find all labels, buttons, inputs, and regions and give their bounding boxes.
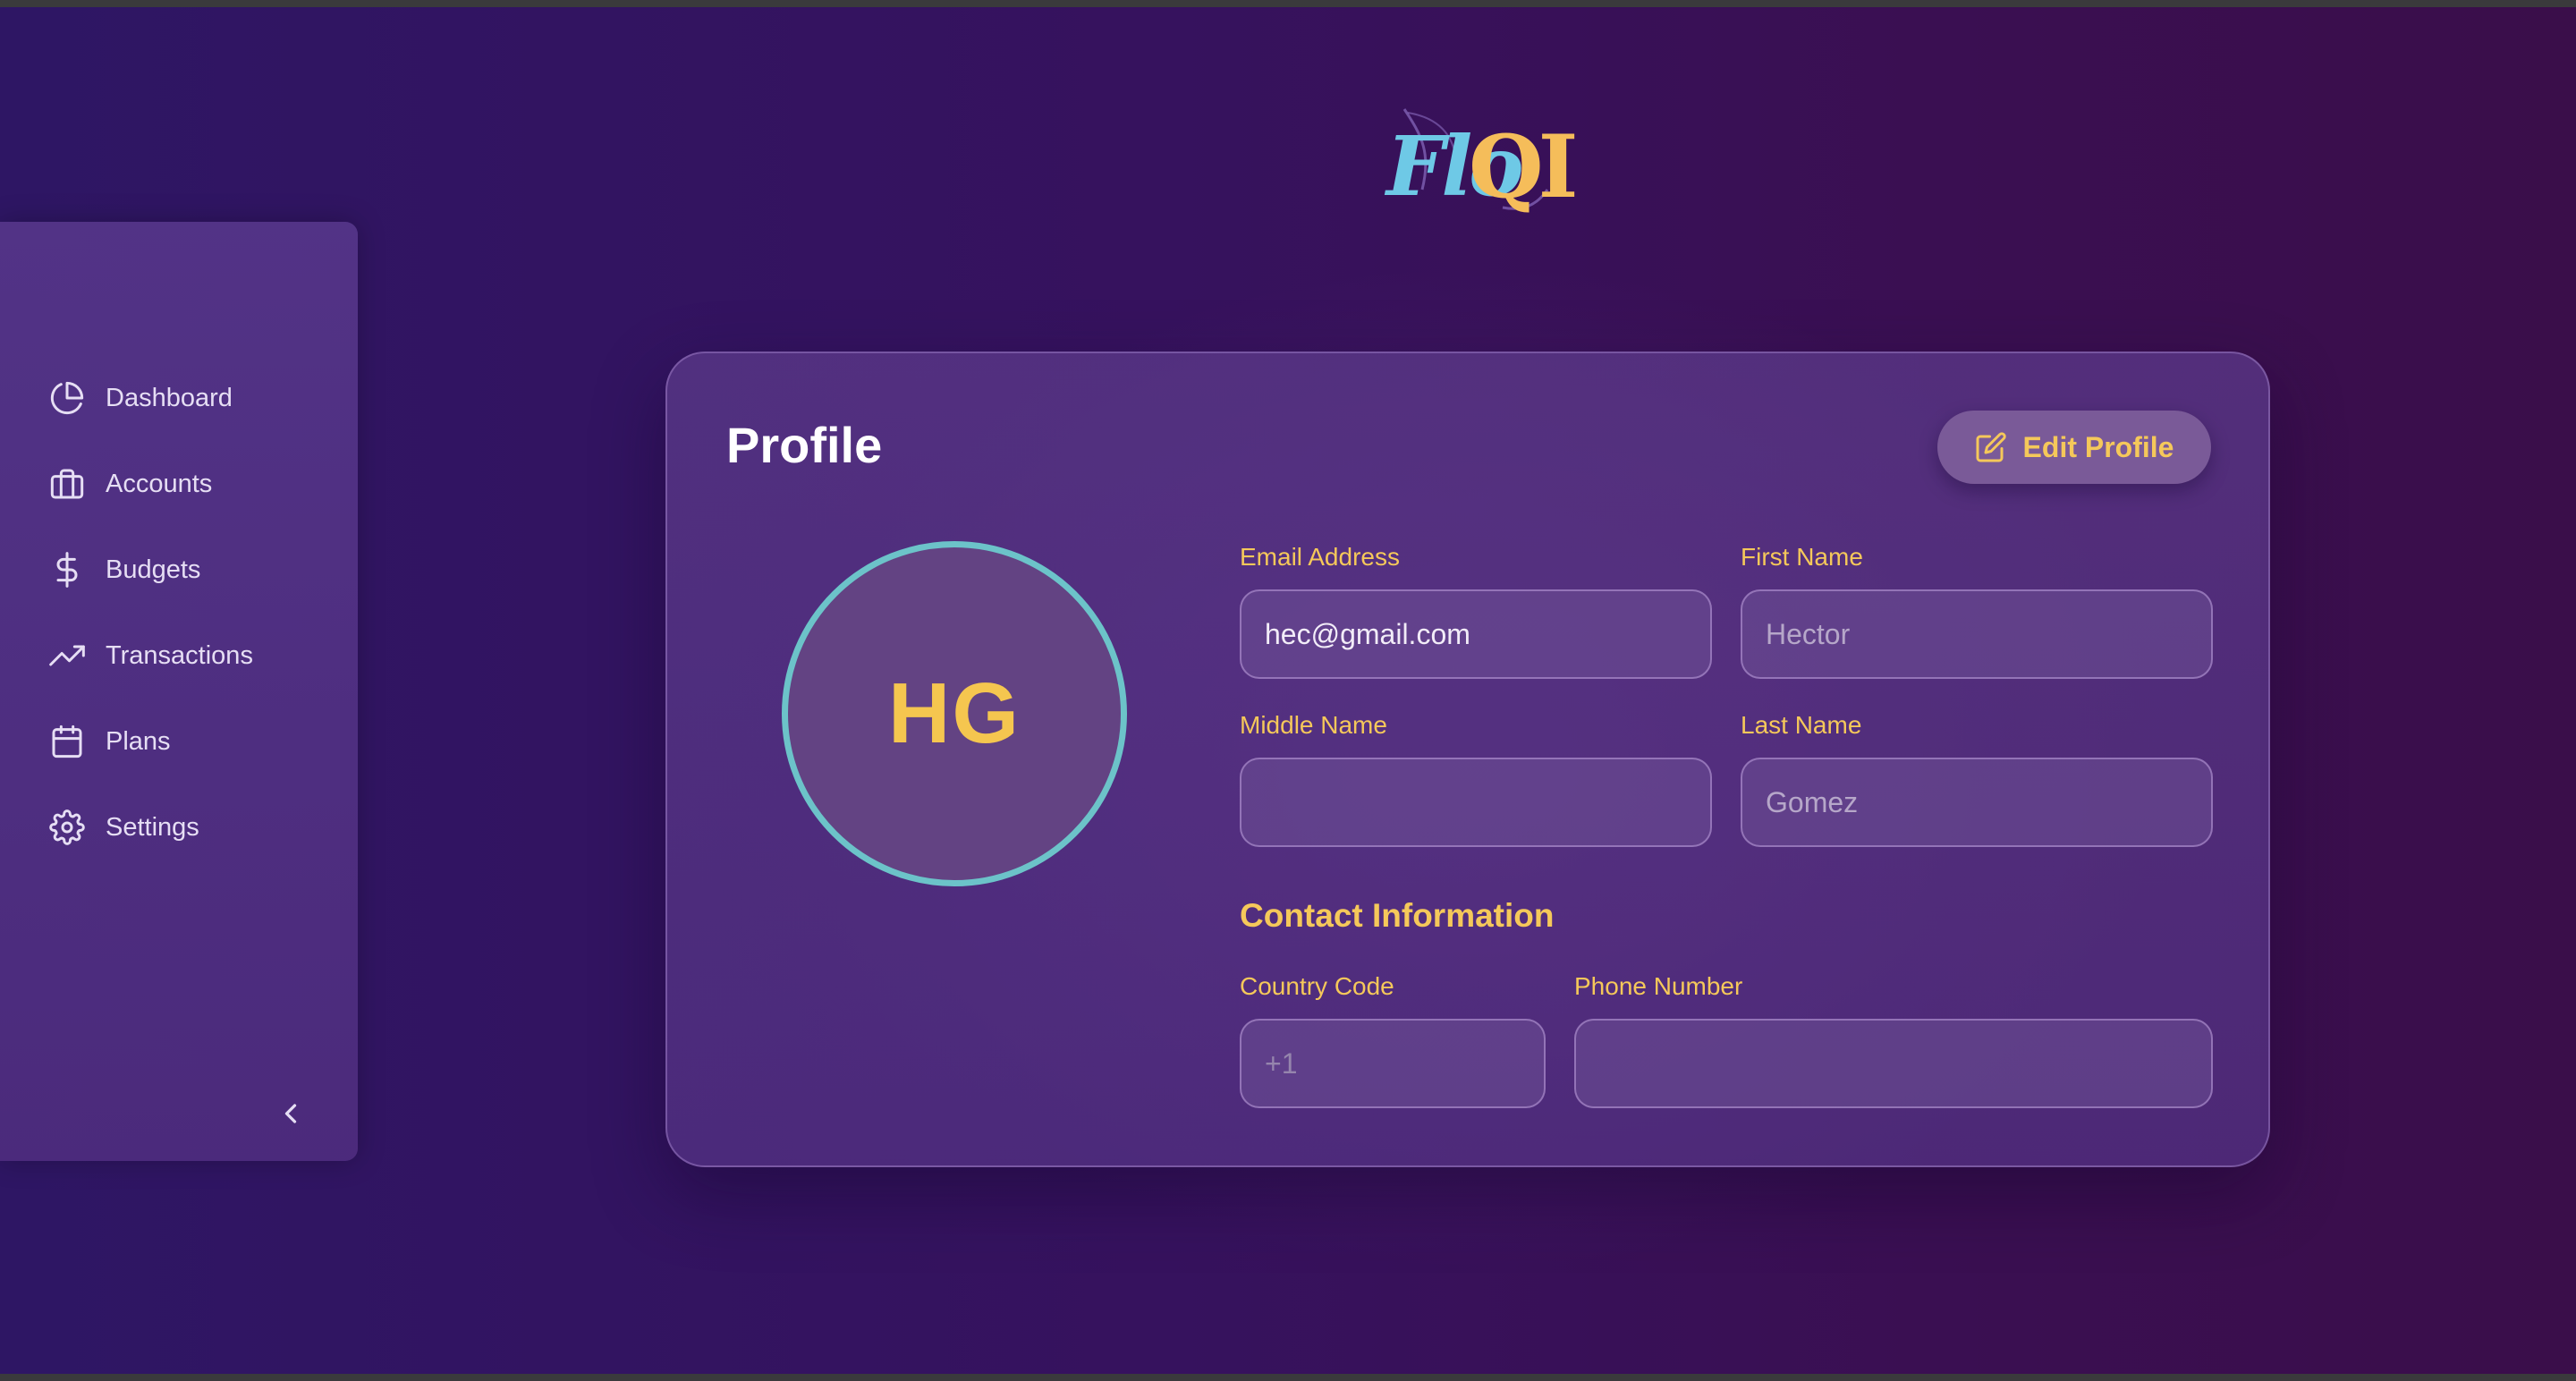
first-name-label: First Name [1741,543,1863,571]
sidebar-item-label: Accounts [106,469,213,498]
logo-text-qi: QI [1469,116,1579,217]
app-logo: Flo QI [1368,100,1579,225]
country-code-field[interactable]: +1 [1240,1019,1546,1108]
sidebar-item-budgets[interactable]: Budgets [47,543,342,597]
country-code-label: Country Code [1240,972,1394,1000]
sidebar-item-settings[interactable]: Settings [47,801,342,854]
last-name-value: Gomez [1766,785,1859,818]
avatar: HG [782,541,1127,886]
phone-number-label: Phone Number [1574,972,1743,1000]
profile-card: Profile Edit Profile HG Email Address he… [665,352,2270,1167]
email-value: hec@gmail.com [1265,617,1470,650]
sidebar-item-label: Dashboard [106,383,233,412]
last-name-field[interactable]: Gomez [1741,758,2213,847]
window-bottom-border [0,1374,2576,1381]
sidebar-collapse-button[interactable] [268,1091,313,1136]
avatar-initials: HG [888,665,1021,761]
calendar-icon [47,721,88,762]
sidebar-item-label: Transactions [106,640,253,670]
sidebar-item-transactions[interactable]: Transactions [47,629,342,682]
dollar-icon [47,549,88,590]
first-name-value: Hector [1766,617,1851,650]
phone-number-field[interactable] [1574,1019,2213,1108]
first-name-field[interactable]: Hector [1741,589,2213,679]
sidebar: Dashboard Accounts Budgets Transactions [0,222,358,1161]
last-name-label: Last Name [1741,711,1862,739]
sidebar-item-label: Settings [106,812,199,842]
sidebar-item-label: Plans [106,726,171,756]
edit-icon [1976,432,2006,462]
sidebar-item-accounts[interactable]: Accounts [47,457,342,511]
sidebar-item-plans[interactable]: Plans [47,715,342,768]
middle-name-label: Middle Name [1240,711,1387,739]
window-top-border [0,0,2576,7]
briefcase-icon [47,463,88,504]
gear-icon [47,807,88,848]
edit-profile-label: Edit Profile [2022,430,2174,463]
page-title: Profile [726,417,883,473]
middle-name-field[interactable] [1240,758,1712,847]
sidebar-item-dashboard[interactable]: Dashboard [47,371,342,425]
pie-chart-icon [47,377,88,419]
trending-up-icon [47,635,88,676]
email-field[interactable]: hec@gmail.com [1240,589,1712,679]
chevron-left-icon [284,1104,297,1123]
sidebar-item-label: Budgets [106,555,201,584]
country-code-placeholder: +1 [1265,1046,1298,1080]
contact-information-heading: Contact Information [1240,897,1555,934]
edit-profile-button[interactable]: Edit Profile [1937,411,2211,484]
email-label: Email Address [1240,543,1400,571]
